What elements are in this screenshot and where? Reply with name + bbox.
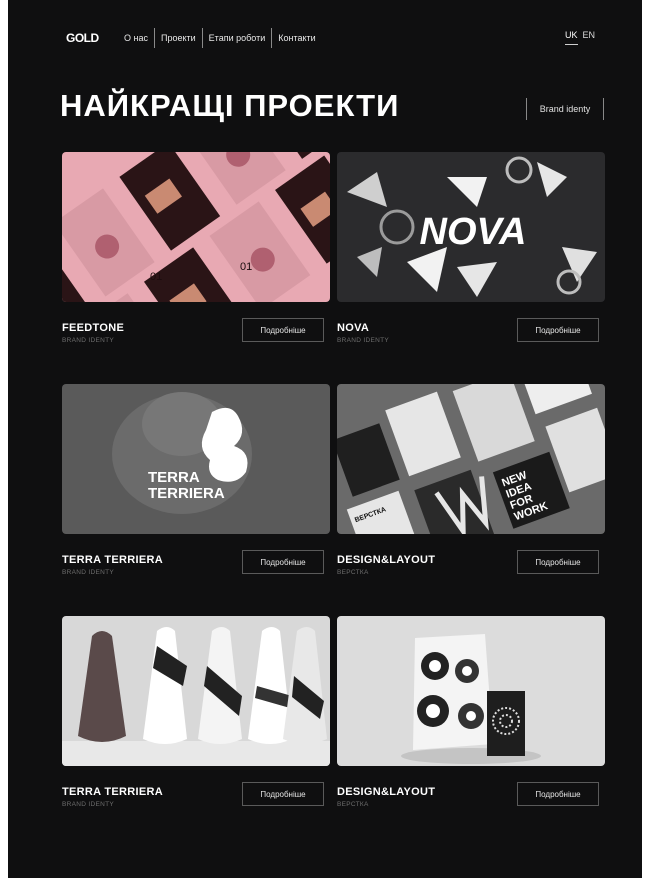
page-title: НАЙКРАЩІ ПРОЕКТИ xyxy=(60,88,400,123)
project-category: BRAND IDENTY xyxy=(62,569,114,576)
nav-projects[interactable]: Проекти xyxy=(155,28,203,48)
filter-brand-identy[interactable]: Brand identy xyxy=(526,98,604,120)
project-category: BRAND IDENTY xyxy=(62,801,114,808)
lang-en[interactable]: EN xyxy=(583,30,596,45)
bottles-image xyxy=(62,616,330,766)
more-button-terra-2[interactable]: Подробніше xyxy=(242,782,324,806)
more-button-layout[interactable]: Подробніше xyxy=(517,550,599,574)
terra-wordmark-2: TERRIERA xyxy=(148,485,225,502)
project-title: DESIGN&LAYOUT xyxy=(337,554,436,566)
project-meta: DESIGN&LAYOUT ВЕРСТКА Подробніше xyxy=(337,782,605,822)
logo[interactable]: GOLD xyxy=(66,30,99,46)
project-title: FEEDTONE xyxy=(62,322,125,334)
feedtone-image: 01 01 xyxy=(62,152,330,302)
page: GOLD О нас Проекти Етапи роботи Контакти… xyxy=(8,0,642,878)
project-meta: DESIGN&LAYOUT ВЕРСТКА Подробніше xyxy=(337,550,605,590)
project-thumb-layout[interactable]: ВЕРСТКА NEW IDEA FOR WORK xyxy=(337,384,605,534)
more-button-nova[interactable]: Подробніше xyxy=(517,318,599,342)
project-card-feedtone: 01 01 FEEDTONE BRAND IDENTY Подробніше xyxy=(62,152,330,358)
project-card-design-layout-2: DESIGN&LAYOUT ВЕРСТКА Подробніше xyxy=(337,616,605,822)
feed-label-2: 01 xyxy=(240,261,252,273)
project-card-nova: NOVA NOVA BRAND IDENTY Подробніше xyxy=(337,152,605,358)
project-card-terra-terriera-2: TERRA TERRIERA BRAND IDENTY Подробніше xyxy=(62,616,330,822)
nova-wordmark: NOVA xyxy=(420,211,527,253)
project-title: DESIGN&LAYOUT xyxy=(337,786,436,798)
project-category: ВЕРСТКА xyxy=(337,801,369,808)
project-thumb-feedtone[interactable]: 01 01 xyxy=(62,152,330,302)
feed-label-1: 01 xyxy=(150,271,162,283)
project-thumb-layout-2[interactable] xyxy=(337,616,605,766)
project-category: BRAND IDENTY xyxy=(337,337,389,344)
project-category: BRAND IDENTY xyxy=(62,337,114,344)
project-meta: FEEDTONE BRAND IDENTY Подробніше xyxy=(62,318,330,358)
layout-image: ВЕРСТКА NEW IDEA FOR WORK xyxy=(337,384,605,534)
packaging-image xyxy=(337,616,605,766)
project-meta: TERRA TERRIERA BRAND IDENTY Подробніше xyxy=(62,782,330,822)
main-nav: О нас Проекти Етапи роботи Контакти xyxy=(118,28,322,48)
project-title: NOVA xyxy=(337,322,370,334)
more-button-terra[interactable]: Подробніше xyxy=(242,550,324,574)
project-card-terra-terriera: TERRA TERRIERA TERRA TERRIERA BRAND IDEN… xyxy=(62,384,330,590)
language-switcher: UK EN xyxy=(565,30,595,45)
terra-image: TERRA TERRIERA xyxy=(62,384,330,534)
terra-wordmark-1: TERRA xyxy=(148,469,200,486)
project-category: ВЕРСТКА xyxy=(337,569,369,576)
more-button-layout-2[interactable]: Подробніше xyxy=(517,782,599,806)
project-meta: TERRA TERRIERA BRAND IDENTY Подробніше xyxy=(62,550,330,590)
project-thumb-terra[interactable]: TERRA TERRIERA xyxy=(62,384,330,534)
more-button-feedtone[interactable]: Подробніше xyxy=(242,318,324,342)
project-thumb-terra-2[interactable] xyxy=(62,616,330,766)
logo-text: GOLD xyxy=(66,31,99,45)
project-title: TERRA TERRIERA xyxy=(62,786,163,798)
nova-image: NOVA xyxy=(337,152,605,302)
nav-stages[interactable]: Етапи роботи xyxy=(203,28,273,48)
nav-contacts[interactable]: Контакти xyxy=(272,28,321,48)
project-card-design-layout: ВЕРСТКА NEW IDEA FOR WORK DESIGN&LAYOUT … xyxy=(337,384,605,590)
nav-about[interactable]: О нас xyxy=(118,28,155,48)
project-meta: NOVA BRAND IDENTY Подробніше xyxy=(337,318,605,358)
project-title: TERRA TERRIERA xyxy=(62,554,163,566)
header: GOLD О нас Проекти Етапи роботи Контакти… xyxy=(8,0,642,70)
lang-uk[interactable]: UK xyxy=(565,30,578,45)
project-thumb-nova[interactable]: NOVA xyxy=(337,152,605,302)
